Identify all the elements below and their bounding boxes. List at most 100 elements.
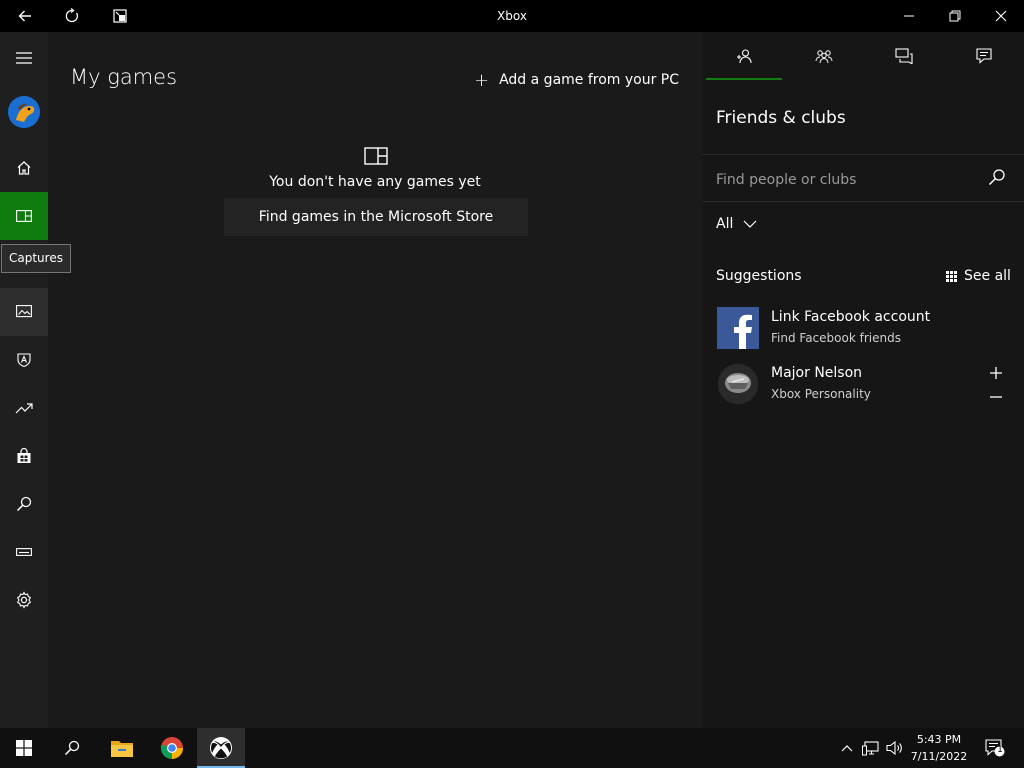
my-games-icon [16, 210, 32, 222]
refresh-button[interactable] [49, 0, 95, 32]
suggestion-major-nelson[interactable]: Major Nelson Xbox Personality [716, 363, 1016, 407]
restore-button[interactable] [932, 0, 978, 32]
volume-icon [886, 740, 902, 756]
nav-menu-button[interactable] [0, 34, 48, 82]
nav-home[interactable] [0, 144, 48, 192]
taskbar: 5:43 PM 7/11/2022 1 [0, 728, 1024, 768]
grid-icon [946, 270, 957, 282]
search-icon [16, 496, 32, 512]
see-all-label: See all [964, 268, 1011, 284]
main-content: My games + Add a game from your PC You d… [48, 32, 702, 728]
console-icon [16, 548, 32, 556]
minimize-icon [904, 15, 914, 17]
volume-button[interactable] [885, 738, 905, 758]
chrome-icon [160, 737, 183, 759]
activity-tab[interactable] [944, 32, 1024, 80]
clubs-tab[interactable] [784, 32, 864, 80]
activity-feed-icon [976, 48, 992, 64]
hamburger-menu-icon [16, 52, 32, 64]
restore-icon [949, 10, 961, 22]
gear-icon [16, 591, 32, 609]
panel-title: Friends & clubs [716, 108, 846, 128]
file-explorer-button[interactable] [98, 728, 146, 768]
xbox-app-button[interactable] [197, 728, 245, 768]
chevron-up-icon [841, 745, 853, 752]
title-bar: Xbox [0, 0, 1024, 32]
clock-date: 7/11/2022 [910, 750, 968, 763]
refresh-icon [65, 8, 78, 23]
page-title: My games [70, 65, 178, 89]
filter-dropdown[interactable]: All [716, 214, 757, 234]
close-button[interactable] [978, 0, 1024, 32]
suggestions-heading: Suggestions [716, 268, 802, 284]
chevron-down-icon [743, 220, 757, 228]
start-button[interactable] [0, 728, 48, 768]
window-title: Xbox [497, 9, 527, 23]
back-button[interactable] [2, 0, 48, 32]
find-people-input[interactable] [716, 169, 936, 191]
file-explorer-icon [111, 741, 133, 757]
taskbar-clock[interactable]: 5:43 PM 7/11/2022 [904, 731, 974, 765]
see-all-button[interactable]: See all [946, 268, 1011, 284]
show-hidden-icons-button[interactable] [837, 738, 857, 758]
filter-value: All [716, 216, 734, 232]
add-game-button[interactable]: + Add a game from your PC [474, 68, 679, 92]
home-icon [17, 161, 31, 175]
search-icon[interactable] [988, 168, 1006, 186]
achievements-icon [17, 353, 31, 368]
divider [702, 154, 1024, 155]
xbox-icon [210, 737, 232, 759]
trending-icon [15, 403, 33, 414]
nav-profile[interactable] [0, 88, 48, 136]
nav-connection[interactable] [0, 528, 48, 576]
friends-panel: Friends & clubs All Suggestions See all … [702, 32, 1024, 728]
nav-achievements[interactable] [0, 336, 48, 384]
suggestion-name: Link Facebook account [771, 309, 931, 325]
compact-overlay-button[interactable] [97, 0, 143, 32]
network-icon [862, 741, 879, 756]
nav-captures[interactable] [0, 288, 48, 336]
major-nelson-avatar [717, 363, 759, 405]
clubs-icon [815, 50, 833, 64]
left-navigation [0, 32, 48, 728]
back-arrow-icon [18, 10, 31, 22]
avatar-image [8, 96, 40, 128]
avatar [8, 96, 40, 128]
captures-tooltip: Captures [1, 244, 71, 273]
nav-my-games[interactable] [0, 192, 48, 240]
notification-count: 1 [997, 745, 1003, 755]
plus-icon: + [474, 69, 490, 91]
nav-search[interactable] [0, 480, 48, 528]
minimize-button[interactable] [886, 0, 932, 32]
plus-icon [990, 367, 1002, 379]
suggestion-name: Major Nelson [771, 365, 863, 381]
nav-trending[interactable] [0, 384, 48, 432]
add-friend-button[interactable] [988, 365, 1004, 381]
close-icon [995, 10, 1007, 22]
messages-icon [895, 48, 913, 64]
search-icon [64, 740, 80, 756]
divider [702, 201, 1024, 202]
add-game-label: Add a game from your PC [499, 72, 680, 88]
windows-start-icon [16, 740, 32, 756]
find-games-store-button[interactable]: Find games in the Microsoft Store [224, 198, 528, 236]
suggestion-subtitle: Xbox Personality [771, 387, 871, 401]
minus-icon [990, 396, 1002, 398]
nav-settings[interactable] [0, 576, 48, 624]
chrome-button[interactable] [148, 728, 196, 768]
store-bag-icon [17, 448, 31, 463]
messages-tab[interactable] [864, 32, 944, 80]
suggestion-facebook[interactable]: Link Facebook account Find Facebook frie… [716, 307, 1016, 351]
suggestion-subtitle: Find Facebook friends [771, 331, 901, 345]
friends-tab[interactable] [704, 32, 784, 80]
clock-time: 5:43 PM [916, 733, 962, 746]
network-button[interactable] [861, 738, 881, 758]
dismiss-suggestion-button[interactable] [988, 389, 1004, 405]
taskbar-search-button[interactable] [48, 728, 96, 768]
friends-icon [737, 49, 752, 64]
nav-store[interactable] [0, 432, 48, 480]
action-center-button[interactable]: 1 [983, 738, 1007, 758]
my-games-empty-icon [364, 147, 388, 165]
empty-state-text: You don't have any games yet [269, 174, 481, 190]
captures-icon [16, 305, 32, 318]
